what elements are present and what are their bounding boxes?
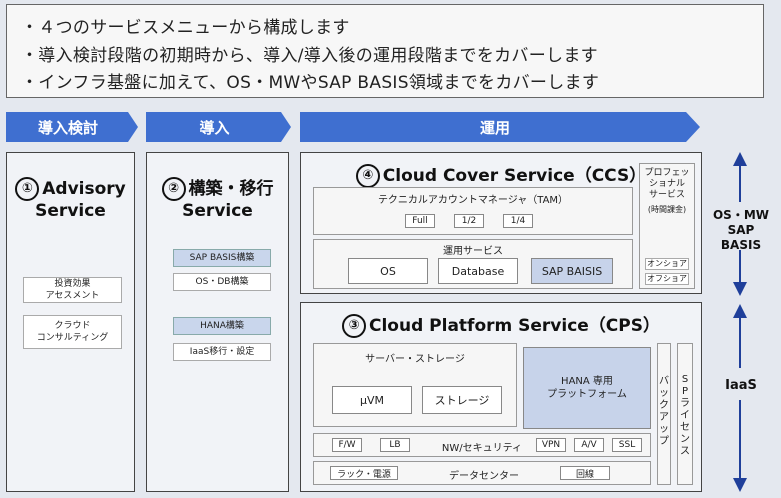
upper-arrow-top-head [733,152,747,166]
side-arrows [733,152,747,492]
os-mw-sap-basis-label: OS・MW SAP BASIS [712,208,770,252]
upper-arrow-bottom-head [733,282,747,296]
iaas-label: IaaS [725,378,757,393]
lower-arrow-top-head [733,304,747,318]
lower-arrow-bottom-head [733,478,747,492]
